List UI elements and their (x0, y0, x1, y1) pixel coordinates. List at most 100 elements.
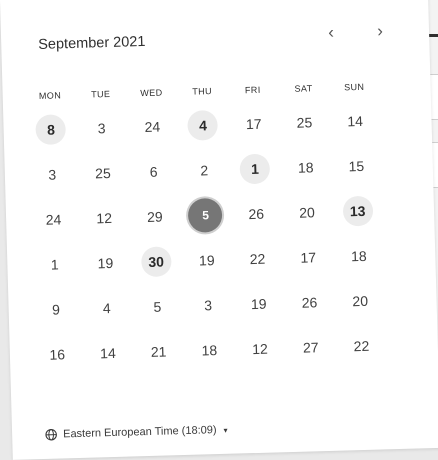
day-number: 18 (194, 334, 225, 365)
calendar-day[interactable]: 17 (228, 100, 280, 146)
calendar-day[interactable]: 16 (31, 331, 83, 377)
weekday-label: SUN (329, 75, 380, 98)
day-number: 4 (188, 109, 219, 140)
calendar-day[interactable]: 26 (230, 190, 282, 236)
day-number: 9 (41, 294, 72, 325)
calendar-day[interactable]: 3 (26, 151, 78, 197)
calendar-day[interactable]: 20 (334, 277, 386, 323)
calendar-day[interactable]: 1 (29, 241, 81, 287)
calendar-day[interactable]: 5 (131, 283, 183, 329)
calendar-day[interactable]: 1 (229, 145, 281, 191)
day-number: 30 (141, 246, 172, 277)
calendar-day[interactable]: 19 (181, 237, 233, 283)
calendar-day[interactable]: 25 (278, 99, 330, 145)
calendar-day[interactable]: 22 (335, 322, 387, 368)
day-number: 1 (39, 249, 70, 280)
weekday-label: TUE (75, 83, 126, 106)
day-number: 6 (138, 156, 169, 187)
calendar-day[interactable]: 24 (126, 103, 178, 149)
calendar-day[interactable]: 14 (82, 329, 134, 375)
weekday-label: FRI (227, 78, 278, 101)
calendar-day[interactable]: 21 (133, 328, 185, 374)
day-number: 8 (36, 114, 67, 145)
calendar-day[interactable]: 4 (177, 102, 229, 148)
day-number: 22 (242, 243, 273, 274)
calendar-day[interactable]: 15 (330, 142, 382, 188)
day-number: 24 (38, 204, 69, 235)
caret-down-icon: ▾ (223, 425, 227, 434)
timezone-selector[interactable]: Eastern European Time (18:09) ▾ (45, 424, 228, 441)
weekday-label: WED (126, 81, 177, 104)
day-number: 19 (191, 244, 222, 275)
day-number: 3 (86, 112, 117, 143)
calendar-day[interactable]: 13 (332, 187, 384, 233)
day-number: 14 (93, 337, 124, 368)
day-number: 19 (243, 288, 274, 319)
day-number: 4 (91, 292, 122, 323)
day-number: 2 (189, 154, 220, 185)
calendar-grid: MONTUEWEDTHUFRISATSUN8324417251432562118… (24, 75, 387, 377)
day-number: 22 (346, 330, 377, 361)
day-number: 3 (37, 159, 68, 190)
calendar-day[interactable]: 19 (233, 280, 285, 326)
calendar-day[interactable]: 4 (81, 284, 133, 330)
calendar-day[interactable]: 22 (232, 235, 284, 281)
calendar-day[interactable]: 9 (30, 286, 82, 332)
day-number: 27 (295, 332, 326, 363)
weekday-label: SAT (278, 77, 329, 100)
calendar-day[interactable]: 17 (282, 234, 334, 280)
day-number: 12 (245, 333, 276, 364)
calendar-day[interactable]: 20 (281, 189, 333, 235)
calendar-day[interactable]: 18 (280, 144, 332, 190)
day-number: 24 (137, 111, 168, 142)
day-number: 12 (89, 202, 120, 233)
day-number: 19 (90, 247, 121, 278)
calendar-day[interactable]: 26 (283, 279, 335, 325)
calendar-day[interactable]: 12 (234, 325, 286, 371)
day-number: 26 (241, 198, 272, 229)
day-number: 17 (293, 242, 324, 273)
day-number: 29 (139, 201, 170, 232)
calendar-day[interactable]: 6 (128, 148, 180, 194)
calendar-day[interactable]: 3 (76, 105, 128, 151)
calendar-day[interactable]: 27 (285, 324, 337, 370)
day-number: 14 (340, 105, 371, 136)
calendar-day[interactable]: 29 (129, 193, 181, 239)
calendar-day[interactable]: 14 (329, 97, 381, 143)
day-number: 17 (238, 108, 269, 139)
selected-day[interactable]: 5 (180, 192, 232, 238)
day-number: 21 (143, 336, 174, 367)
prev-month-button[interactable]: ‹ (319, 20, 344, 45)
calendar-card: September 2021 ‹ › MONTUEWEDTHUFRISATSUN… (0, 0, 438, 460)
weekday-label: THU (176, 80, 227, 103)
day-number: 20 (345, 285, 376, 316)
chevron-right-icon: › (377, 21, 383, 41)
day-number: 18 (290, 152, 321, 183)
day-number: 5 (188, 197, 223, 232)
calendar-day[interactable]: 2 (178, 147, 230, 193)
day-number: 15 (341, 150, 372, 181)
calendar-day[interactable]: 30 (130, 238, 182, 284)
day-number: 3 (193, 289, 224, 320)
day-number: 18 (344, 240, 375, 271)
timezone-label: Eastern European Time (18:09) (63, 424, 217, 440)
next-month-button[interactable]: › (368, 19, 393, 44)
calendar-day[interactable]: 12 (78, 194, 130, 240)
calendar-day[interactable]: 3 (182, 282, 234, 328)
day-number: 13 (342, 195, 373, 226)
calendar-day[interactable]: 18 (333, 232, 385, 278)
chevron-left-icon: ‹ (328, 23, 334, 43)
calendar-day[interactable]: 24 (28, 196, 80, 242)
day-number: 20 (292, 197, 323, 228)
day-number: 16 (42, 339, 73, 370)
day-number: 25 (88, 157, 119, 188)
globe-icon (45, 429, 57, 441)
day-number: 5 (142, 291, 173, 322)
day-number: 25 (289, 107, 320, 138)
calendar-day[interactable]: 25 (77, 149, 129, 195)
weekday-label: MON (24, 84, 75, 107)
calendar-day[interactable]: 18 (183, 327, 235, 373)
calendar-day[interactable]: 19 (79, 239, 131, 285)
day-number: 26 (294, 287, 325, 318)
calendar-day[interactable]: 8 (25, 106, 77, 152)
